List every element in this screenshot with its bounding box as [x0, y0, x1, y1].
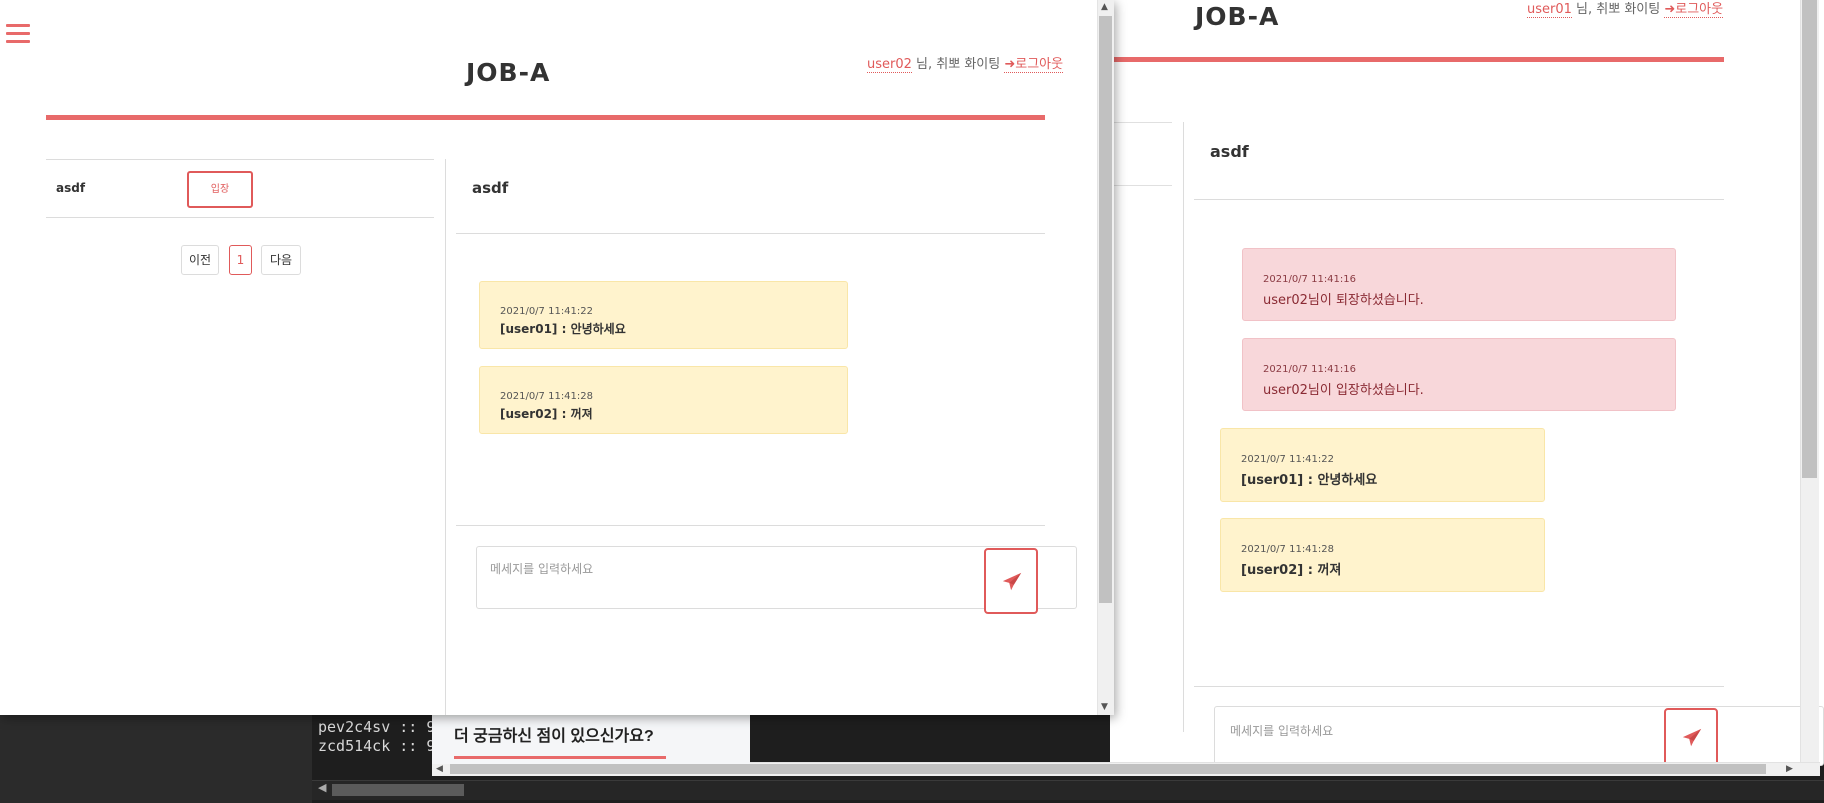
system-message: 2021/0/7 11:41:16 user02님이 퇴장하셨습니다.: [1242, 248, 1676, 321]
message-time: 2021/0/7 11:41:16: [1263, 364, 1357, 375]
header-divider: [46, 115, 1045, 120]
chat-message: 2021/0/7 11:41:22 [user01] : 안녕하세요: [479, 281, 848, 349]
scroll-thumb[interactable]: [1099, 16, 1112, 603]
logout-link[interactable]: ➜로그아웃: [1664, 2, 1724, 18]
send-button[interactable]: [984, 548, 1038, 614]
left-dark-panel: [0, 714, 312, 803]
faq-title: 더 궁금하신 점이 있으신가요?: [454, 728, 654, 745]
sign-out-icon: ➜: [1004, 57, 1016, 72]
column-divider: [445, 159, 446, 715]
logout-link[interactable]: ➜로그아웃: [1004, 57, 1064, 73]
enter-room-button[interactable]: 입장: [187, 171, 253, 208]
logout-label: 로그아웃: [1675, 2, 1724, 17]
message-text: [user02] : 꺼져: [500, 407, 593, 421]
message-text: [user02] : 꺼져: [1241, 563, 1342, 578]
send-button[interactable]: [1664, 708, 1718, 766]
message-text: user02님이 퇴장하셨습니다.: [1263, 293, 1424, 308]
scroll-right-arrow-icon[interactable]: ▶: [1786, 764, 1793, 774]
pagination-prev-button[interactable]: 이전: [181, 245, 219, 275]
pagination-next-button[interactable]: 다음: [261, 245, 301, 275]
divider: [46, 159, 434, 160]
greeting-text: 님, 취뽀 화이팅: [1571, 2, 1665, 17]
hamburger-icon[interactable]: [6, 24, 30, 46]
terminal-horizontal-scrollbar[interactable]: [312, 780, 1824, 800]
logout-label: 로그아웃: [1015, 57, 1064, 72]
divider: [1194, 686, 1724, 687]
terminal-line: zcd514ck :: 9: [318, 737, 436, 755]
message-input-placeholder: 메세지를 입력하세요: [1230, 724, 1334, 738]
divider: [1114, 122, 1172, 123]
greeting-text: 님, 취뽀 화이팅: [911, 57, 1005, 72]
divider: [1114, 185, 1172, 186]
system-message: 2021/0/7 11:41:16 user02님이 입장하셨습니다.: [1242, 338, 1676, 411]
site-brand[interactable]: JOB-A: [1195, 2, 1279, 31]
user-greeting: user02 님, 취뽀 화이팅 ➜로그아웃: [867, 53, 1064, 73]
message-time: 2021/0/7 11:41:28: [1241, 544, 1335, 555]
column-divider: [1183, 122, 1184, 732]
message-input-placeholder: 메세지를 입력하세요: [490, 562, 594, 576]
faq-underline: [454, 756, 666, 759]
scroll-left-arrow-icon[interactable]: ◀: [318, 781, 326, 794]
message-time: 2021/0/7 11:41:22: [1241, 454, 1335, 465]
terminal-line: pev2c4sv :: 9: [318, 718, 436, 736]
scroll-thumb[interactable]: [450, 764, 1766, 774]
user-greeting: user01 님, 취뽀 화이팅 ➜로그아웃: [1527, 0, 1724, 18]
paper-plane-icon: [1002, 572, 1022, 591]
message-text: [user01] : 안녕하세요: [500, 322, 626, 336]
username-link[interactable]: user01: [1527, 2, 1572, 18]
message-time: 2021/0/7 11:41:22: [500, 306, 594, 317]
chat-room-title: asdf: [1210, 142, 1249, 161]
scroll-up-arrow-icon[interactable]: ▲: [1101, 2, 1108, 12]
divider: [46, 217, 434, 218]
message-time: 2021/0/7 11:41:16: [1263, 274, 1357, 285]
scroll-left-arrow-icon[interactable]: ◀: [436, 764, 443, 774]
scroll-thumb[interactable]: [1802, 0, 1817, 478]
site-brand[interactable]: JOB-A: [466, 58, 550, 87]
divider: [456, 233, 1045, 234]
chat-message: 2021/0/7 11:41:22 [user01] : 안녕하세요: [1220, 428, 1545, 502]
message-time: 2021/0/7 11:41:28: [500, 391, 594, 402]
pagination-page-button[interactable]: 1: [229, 245, 252, 275]
terminal-scroll-thumb[interactable]: [332, 784, 464, 796]
scroll-down-arrow-icon[interactable]: ▼: [1101, 702, 1108, 712]
divider: [456, 525, 1045, 526]
username-link[interactable]: user02: [867, 57, 912, 73]
chat-room-title: asdf: [472, 179, 509, 197]
divider: [1194, 199, 1724, 200]
message-text: user02님이 입장하셨습니다.: [1263, 383, 1424, 398]
paper-plane-icon: [1682, 728, 1702, 747]
chat-message: 2021/0/7 11:41:28 [user02] : 꺼져: [1220, 518, 1545, 592]
sign-out-icon: ➜: [1664, 2, 1676, 17]
room-list-item-name: asdf: [56, 181, 86, 195]
header-divider: [1114, 57, 1724, 62]
message-text: [user01] : 안녕하세요: [1241, 473, 1378, 488]
chat-message: 2021/0/7 11:41:28 [user02] : 꺼져: [479, 366, 848, 434]
